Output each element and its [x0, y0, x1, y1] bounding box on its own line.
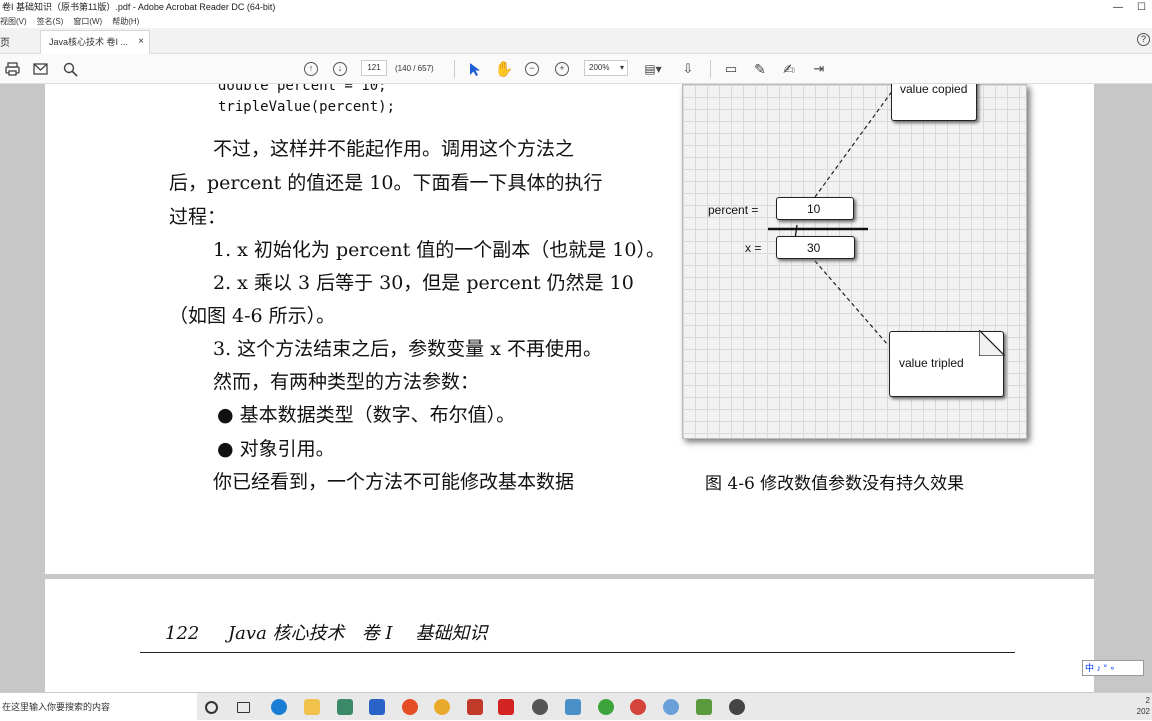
page-down-icon[interactable]: ↓: [333, 62, 347, 76]
x-label: x =: [745, 241, 762, 255]
app-icon[interactable]: [663, 699, 679, 715]
page-up-icon[interactable]: ↑: [304, 62, 318, 76]
clock-date: 202: [1136, 707, 1150, 716]
mail-icon[interactable]: [32, 60, 48, 78]
chrome-icon[interactable]: [402, 699, 418, 715]
paragraph-line: ● 对象引用。: [217, 438, 335, 460]
scroll-mode-icon[interactable]: ⇩: [679, 60, 697, 78]
pdf-page: double percent = 10; tripleValue(percent…: [45, 84, 1094, 574]
x-value: 30: [807, 241, 821, 255]
maximize-icon[interactable]: ☐: [1137, 0, 1146, 15]
taskbar: 在这里输入你要搜索的内容 2 202: [0, 692, 1152, 721]
paragraph-line: 你已经看到，一个方法不可能修改基本数据: [213, 471, 575, 493]
close-tab-icon[interactable]: ×: [138, 31, 144, 53]
page-count: (140 / 657): [395, 64, 434, 73]
value-tripled-note: value tripled: [889, 330, 1005, 397]
percent-box: 10: [776, 197, 854, 220]
paragraph-line: 3. 这个方法结束之后，参数变量 x 不再使用。: [213, 338, 602, 360]
footer-rule: [140, 652, 1015, 653]
highlight-icon[interactable]: ✎: [752, 60, 768, 78]
percent-label: percent =: [708, 203, 759, 217]
figure-caption: 图 4-6 修改数值参数没有持久效果: [705, 474, 965, 494]
paragraph-line: 2. x 乘以 3 后等于 30，但是 percent 仍然是 10: [213, 272, 634, 294]
intellij-icon[interactable]: [467, 699, 483, 715]
page-number-input[interactable]: 121: [361, 60, 387, 76]
window-title: 卷I 基础知识（原书第11版）.pdf - Adobe Acrobat Read…: [2, 2, 276, 12]
task-view-icon[interactable]: [237, 702, 250, 713]
toolbar-divider: [710, 60, 711, 78]
comment-icon[interactable]: ▭: [723, 60, 739, 78]
mail-app-icon[interactable]: [369, 699, 385, 715]
paragraph-line: ● 基本数据类型（数字、布尔值）。: [217, 404, 516, 426]
menu-item-sign[interactable]: 签名(S): [37, 15, 64, 28]
app-icon[interactable]: [630, 699, 646, 715]
tab-document[interactable]: Java核心技术 卷I ... ×: [40, 30, 150, 54]
page-layout-icon[interactable]: ▤▾: [643, 60, 663, 78]
paragraph-line: 1. x 初始化为 percent 值的一个副本（也就是 10）。: [213, 239, 665, 261]
settings-icon[interactable]: [532, 699, 548, 715]
menu-item-help[interactable]: 帮助(H): [112, 15, 139, 28]
acrobat-icon[interactable]: [498, 699, 514, 715]
value-copied-label: value copied: [900, 84, 968, 96]
toolbar: ↑ ↓ ✋ − + ▤▾ ⇩ ▭ ✎ ✍ ⇥: [0, 54, 1152, 84]
page-footer: 122 Java 核心技术 卷 I 基础知识: [165, 623, 488, 644]
minimize-icon[interactable]: —: [1113, 0, 1123, 15]
value-copied-note: value copied: [891, 84, 977, 121]
app-icon[interactable]: [434, 699, 450, 715]
more-tools-icon[interactable]: ⇥: [810, 60, 828, 78]
clock-time: 2: [1145, 696, 1150, 705]
x-box: 30: [776, 236, 855, 259]
code-line: tripleValue(percent);: [218, 99, 396, 115]
ime-toolbar[interactable]: 中 ♪ ° ∘: [1082, 660, 1144, 676]
find-icon[interactable]: [62, 60, 78, 78]
taskbar-search-placeholder: 在这里输入你要搜索的内容: [2, 702, 111, 712]
file-explorer-icon[interactable]: [304, 699, 320, 715]
tab-home[interactable]: 页: [0, 34, 10, 49]
cortana-icon[interactable]: [205, 701, 218, 714]
app-icon[interactable]: [729, 699, 745, 715]
taskbar-search[interactable]: 在这里输入你要搜索的内容: [0, 693, 197, 721]
menu-item-view[interactable]: 视图(V): [0, 15, 27, 28]
chevron-down-icon: ▾: [619, 63, 624, 72]
store-icon[interactable]: [337, 699, 353, 715]
app-icon[interactable]: [598, 699, 614, 715]
paragraph-line: 然而，有两种类型的方法参数：: [213, 371, 480, 393]
code-line: double percent = 10;: [218, 84, 387, 94]
menu-bar: 视图(V) 签名(S) 窗口(W) 帮助(H): [0, 15, 1152, 28]
menu-item-window[interactable]: 窗口(W): [73, 15, 102, 28]
help-icon[interactable]: ?: [1137, 33, 1150, 46]
document-viewer[interactable]: double percent = 10; tripleValue(percent…: [0, 84, 1152, 692]
paragraph-line: 不过，这样并不能起作用。调用这个方法之: [213, 138, 575, 160]
hand-tool-icon[interactable]: ✋: [495, 60, 514, 78]
toolbar-divider: [454, 60, 455, 78]
print-icon[interactable]: [4, 60, 20, 78]
zoom-in-icon[interactable]: +: [555, 62, 569, 76]
sign-icon[interactable]: ✍: [781, 60, 797, 78]
zoom-select[interactable]: 200% ▾: [584, 60, 628, 76]
app-icon[interactable]: [565, 699, 581, 715]
system-clock[interactable]: 2 202: [1137, 695, 1152, 717]
tab-bar: 页 Java核心技术 卷I ... × ?: [0, 28, 1152, 54]
ime-status: 中 ♪ ° ∘: [1085, 663, 1116, 673]
zoom-value: 200%: [589, 63, 610, 72]
value-tripled-label: value tripled: [899, 356, 964, 370]
edge-icon[interactable]: [271, 699, 287, 715]
app-icon[interactable]: [696, 699, 712, 715]
pdf-page: 122 Java 核心技术 卷 I 基础知识: [45, 579, 1094, 692]
paragraph-line: （如图 4-6 所示）。: [169, 305, 336, 327]
paragraph-line: 后，percent 的值还是 10。下面看一下具体的执行: [169, 172, 603, 194]
select-tool-icon[interactable]: [467, 60, 483, 78]
percent-value: 10: [807, 202, 821, 216]
figure-4-6: value copied percent = 10 x = 30 value t…: [682, 84, 1027, 439]
paragraph-line: 过程：: [169, 206, 227, 228]
window-titlebar: 卷I 基础知识（原书第11版）.pdf - Adobe Acrobat Read…: [0, 0, 1152, 15]
tab-document-label: Java核心技术 卷I ...: [49, 37, 129, 47]
folded-corner-icon: [979, 330, 1005, 356]
zoom-out-icon[interactable]: −: [525, 62, 539, 76]
